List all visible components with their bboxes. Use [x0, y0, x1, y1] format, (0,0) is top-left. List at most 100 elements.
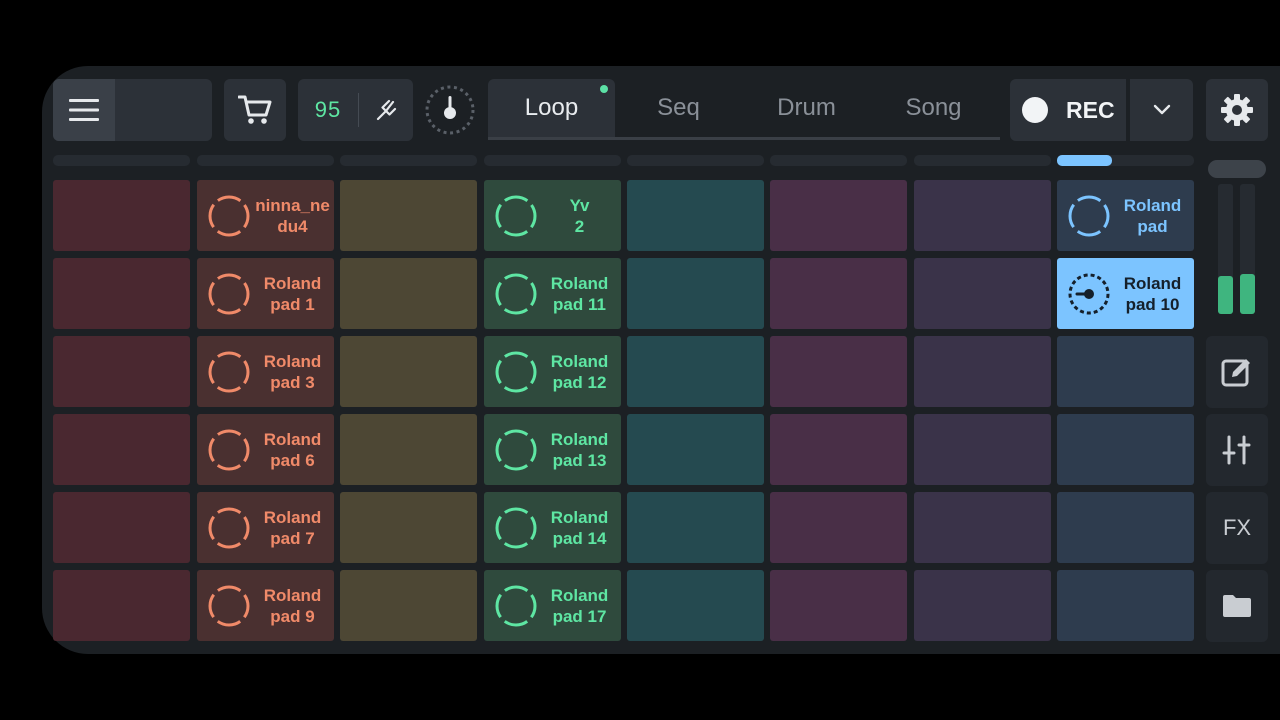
fx-button[interactable]: FX [1206, 492, 1268, 564]
pad-label-line: Roland [550, 507, 609, 527]
pad-label-line: Roland [1123, 273, 1182, 293]
pad-playing-icon [1068, 273, 1110, 315]
tab-drum[interactable]: Drum [743, 79, 870, 137]
pad[interactable] [770, 336, 907, 407]
pad-label-line: Roland [263, 273, 322, 293]
pad[interactable]: ninna_ne du4 [197, 180, 334, 251]
pad-label: Yv 2 [540, 180, 619, 251]
pad-label-line: Roland [550, 273, 609, 293]
pad[interactable] [53, 258, 190, 329]
menu-button[interactable] [53, 79, 115, 141]
metronome-button[interactable] [423, 83, 477, 137]
pad[interactable] [914, 180, 1051, 251]
hamburger-icon [69, 99, 99, 121]
pad[interactable] [53, 492, 190, 563]
column-bar[interactable] [53, 155, 190, 166]
pad[interactable]: Roland pad 14 [484, 492, 621, 563]
pad-label: Roland pad 3 [253, 336, 332, 407]
pad[interactable] [340, 258, 477, 329]
pad[interactable] [53, 570, 190, 641]
pad[interactable] [340, 336, 477, 407]
pad[interactable] [914, 492, 1051, 563]
pad[interactable] [53, 336, 190, 407]
record-options-button[interactable] [1130, 79, 1193, 141]
pad-label: ninna_ne du4 [253, 180, 332, 251]
mixer-icon [1222, 435, 1251, 465]
pad[interactable]: Roland pad 11 [484, 258, 621, 329]
pad[interactable]: Roland pad 9 [197, 570, 334, 641]
pad[interactable] [770, 570, 907, 641]
pad[interactable]: Roland pad [1057, 180, 1194, 251]
pad-loop-icon [208, 585, 250, 627]
record-label: REC [1066, 96, 1115, 123]
column-bar[interactable] [484, 155, 621, 166]
mixer-button[interactable] [1206, 414, 1268, 486]
tempo-control: 95 [298, 79, 413, 141]
pad[interactable] [627, 414, 764, 485]
pad-label-line: 2 [574, 216, 585, 236]
loop-indicator-dot [600, 85, 608, 93]
column-bar[interactable] [914, 155, 1051, 166]
edit-button[interactable] [1206, 336, 1268, 408]
pad[interactable] [914, 336, 1051, 407]
record-button[interactable]: REC [1010, 79, 1126, 141]
pad[interactable]: Roland pad 7 [197, 492, 334, 563]
record-control: REC [1010, 79, 1193, 141]
pad[interactable]: Roland pad 6 [197, 414, 334, 485]
pad[interactable] [914, 258, 1051, 329]
pad-loop-icon [495, 195, 537, 237]
pad[interactable]: Roland pad 10 [1057, 258, 1194, 329]
pad[interactable]: Roland pad 12 [484, 336, 621, 407]
master-volume-handle[interactable] [1208, 160, 1266, 178]
pad[interactable] [53, 180, 190, 251]
pad[interactable]: Roland pad 17 [484, 570, 621, 641]
column-bar[interactable] [627, 155, 764, 166]
level-meter-left [1218, 184, 1233, 314]
pad[interactable]: Roland pad 13 [484, 414, 621, 485]
pad[interactable] [340, 492, 477, 563]
pad[interactable] [770, 414, 907, 485]
column-bar[interactable] [770, 155, 907, 166]
pad[interactable] [914, 414, 1051, 485]
column-bar[interactable] [340, 155, 477, 166]
tab-seq[interactable]: Seq [615, 79, 742, 137]
pad[interactable] [53, 414, 190, 485]
column-bar[interactable] [197, 155, 334, 166]
bpm-value[interactable]: 95 [298, 79, 358, 141]
tabs-underline [488, 137, 1000, 140]
tuning-button[interactable] [359, 79, 413, 141]
pad[interactable] [770, 258, 907, 329]
pad[interactable] [340, 570, 477, 641]
pad-label-line: pad 10 [1125, 294, 1180, 314]
pad[interactable] [1057, 414, 1194, 485]
tab-loop[interactable]: Loop [488, 79, 615, 137]
pad[interactable] [770, 492, 907, 563]
pad[interactable] [627, 258, 764, 329]
pad[interactable] [770, 180, 907, 251]
folder-button[interactable] [1206, 570, 1268, 642]
pad[interactable] [627, 336, 764, 407]
pad[interactable] [627, 570, 764, 641]
pad[interactable] [340, 414, 477, 485]
pad-loop-icon [208, 195, 250, 237]
pad[interactable]: Yv 2 [484, 180, 621, 251]
pad[interactable] [914, 570, 1051, 641]
pad-label-line: Roland [263, 507, 322, 527]
store-button[interactable] [224, 79, 286, 141]
pad[interactable] [627, 492, 764, 563]
pad-loop-icon [1068, 195, 1110, 237]
pad[interactable] [1057, 570, 1194, 641]
pad-label: Roland pad 9 [253, 570, 332, 641]
pad[interactable] [1057, 492, 1194, 563]
pad[interactable] [1057, 336, 1194, 407]
pad-label-line: Roland [263, 585, 322, 605]
pad-label-line: Roland [550, 351, 609, 371]
chevron-down-icon [1153, 104, 1170, 115]
pad[interactable]: Roland pad 3 [197, 336, 334, 407]
pad[interactable]: Roland pad 1 [197, 258, 334, 329]
pad[interactable] [627, 180, 764, 251]
pad-label-line: Roland [1123, 195, 1182, 215]
settings-button[interactable] [1206, 79, 1268, 141]
pad[interactable] [340, 180, 477, 251]
tab-song[interactable]: Song [870, 79, 997, 137]
